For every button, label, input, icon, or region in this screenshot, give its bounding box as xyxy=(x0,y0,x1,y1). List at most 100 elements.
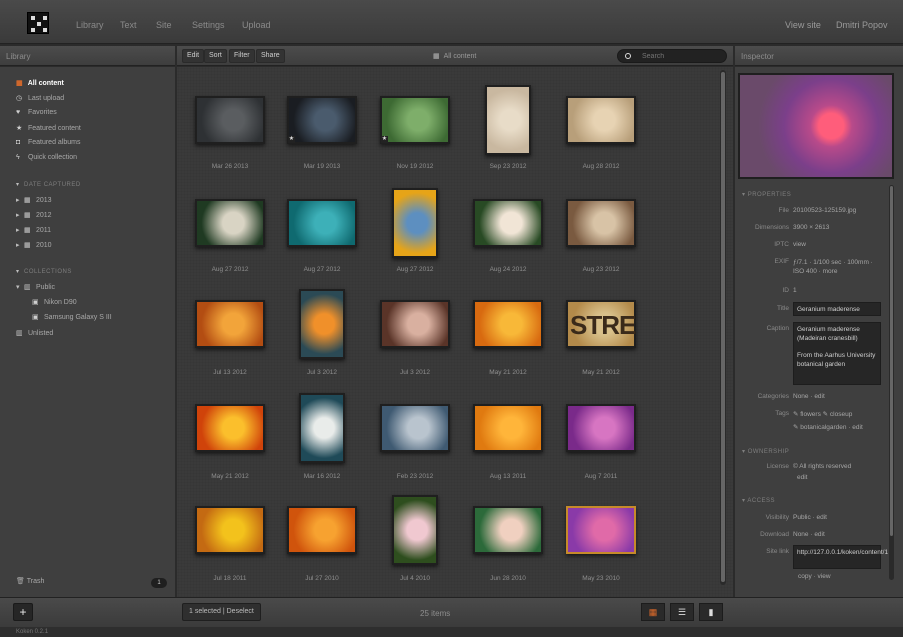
sidebar-item-public[interactable]: ▾ ▥ Public xyxy=(16,283,55,295)
id-value: 1 xyxy=(793,287,797,294)
thumbnail-date: Aug 28 2012 xyxy=(582,163,620,170)
collections-section[interactable]: ▾ COLLECTIONS xyxy=(16,268,72,275)
thumbnail-date: Feb 23 2012 xyxy=(396,473,434,480)
thumbnail[interactable] xyxy=(566,96,636,144)
thumbnail[interactable] xyxy=(299,393,345,463)
thumbnail[interactable] xyxy=(380,96,450,144)
thumbnail[interactable] xyxy=(287,96,357,144)
dimensions-value: 3900 × 2613 xyxy=(793,224,830,231)
thumbnail[interactable] xyxy=(485,85,531,155)
filter-button[interactable]: Filter xyxy=(229,49,255,63)
thumbnail[interactable] xyxy=(566,199,636,247)
sidebar-item-year[interactable]: ▸ ▦ 2010 xyxy=(16,241,52,253)
sidebar-item-all-content[interactable]: ▦ All content xyxy=(16,79,64,91)
star-icon: ★ xyxy=(16,125,23,132)
nav-library[interactable]: Library xyxy=(76,20,104,30)
categories-value[interactable]: None · edit xyxy=(793,393,825,400)
inspector-scrollbar-thumb[interactable] xyxy=(890,186,893,536)
sidebar-item-quick-collection[interactable]: ϟ Quick collection xyxy=(16,154,77,166)
caption-field[interactable]: Geranium maderense (Madeiran cranesbill)… xyxy=(793,322,881,385)
thumbnail[interactable] xyxy=(380,300,450,348)
thumbnail[interactable] xyxy=(299,289,345,359)
nav-site[interactable]: Site xyxy=(156,20,172,30)
thumbnail-date: Aug 13 2011 xyxy=(489,473,527,480)
library-icon: ▦ xyxy=(16,80,23,87)
thumbnail[interactable] xyxy=(473,199,543,247)
koken-logo-icon[interactable] xyxy=(27,12,49,34)
nav-upload[interactable]: Upload xyxy=(242,20,271,30)
grid-view-button[interactable]: ▦ xyxy=(641,603,665,621)
search-input[interactable] xyxy=(617,49,727,63)
sidebar-item-unlisted[interactable]: ▥ Unlisted xyxy=(16,329,53,341)
sidebar-item-featured-content[interactable]: ★ Featured content xyxy=(16,124,81,136)
sidebar-item-trash[interactable]: 🗑 Trash xyxy=(16,577,44,585)
inspector-preview-image[interactable] xyxy=(738,73,894,179)
sidebar-item-year[interactable]: ▸ ▦ 2013 xyxy=(16,196,52,208)
thumbnail[interactable] xyxy=(392,188,438,258)
sidebar-item-nikon-d90[interactable]: ▣ Nikon D90 xyxy=(32,298,77,310)
tags-value-2[interactable]: ✎ botanicalgarden · edit xyxy=(793,423,863,431)
title-field[interactable]: Geranium maderense xyxy=(793,302,881,316)
thumbnail[interactable] xyxy=(380,404,450,452)
sidebar-item-label: 2012 xyxy=(35,212,52,219)
sidebar-item-year[interactable]: ▸ ▦ 2012 xyxy=(16,211,52,223)
list-view-icon: ☰ xyxy=(677,607,687,617)
add-button[interactable]: + xyxy=(13,603,33,621)
thumbnail[interactable] xyxy=(473,300,543,348)
label: License xyxy=(766,463,789,470)
user-menu[interactable]: Dmitri Popov xyxy=(836,20,888,30)
iptc-view-link[interactable]: view xyxy=(793,241,806,248)
site-link-field[interactable]: http://127.0.0.1/koken/content/1 xyxy=(793,545,888,569)
properties-section[interactable]: ▾ PROPERTIES xyxy=(742,191,791,198)
nav-text[interactable]: Text xyxy=(120,20,137,30)
edit-button[interactable]: Edit xyxy=(182,49,205,63)
clock-icon: ◷ xyxy=(16,95,23,102)
sort-button[interactable]: Sort xyxy=(204,49,227,63)
thumbnail[interactable] xyxy=(566,506,636,554)
grid-view-icon: ▦ xyxy=(648,607,658,617)
license-edit-link[interactable]: edit xyxy=(797,474,807,481)
sidebar-item-favorites[interactable]: ♥ Favorites xyxy=(16,109,57,121)
thumbnail[interactable] xyxy=(473,404,543,452)
calendar-icon: ▦ xyxy=(24,242,31,249)
sidebar-item-label: Trash xyxy=(26,578,45,585)
thumbnail[interactable] xyxy=(195,404,265,452)
visibility-value[interactable]: Public · edit xyxy=(793,514,827,521)
label: ID xyxy=(782,287,790,294)
thumbnail[interactable] xyxy=(287,506,357,554)
thumbnail-date: Aug 23 2012 xyxy=(582,266,620,273)
collection-icon: ▥ xyxy=(16,330,23,337)
thumbnail[interactable]: STRE xyxy=(566,300,636,348)
thumbnail[interactable] xyxy=(195,199,265,247)
view-site-link[interactable]: View site xyxy=(785,20,821,30)
site-link-actions[interactable]: copy · view xyxy=(798,573,831,580)
thumbnail[interactable] xyxy=(473,506,543,554)
thumbnail-date: Aug 24 2012 xyxy=(489,266,527,273)
sidebar-item-samsung-galaxy[interactable]: ▣ Samsung Galaxy S III xyxy=(32,313,112,325)
thumbnail[interactable] xyxy=(195,506,265,554)
sidebar-item-year[interactable]: ▸ ▦ 2011 xyxy=(16,226,51,238)
ownership-section[interactable]: ▾ OWNERSHIP xyxy=(742,448,789,455)
thumbnail[interactable] xyxy=(566,404,636,452)
thumbnail-date: Jul 27 2010 xyxy=(305,575,339,582)
thumbnail[interactable] xyxy=(392,495,438,565)
thumbnail-date: May 21 2012 xyxy=(211,473,249,480)
sidebar-item-label: Favorites xyxy=(27,109,57,116)
list-view-button[interactable]: ☰ xyxy=(670,603,694,621)
grid-scrollbar-thumb[interactable] xyxy=(721,72,725,582)
download-value[interactable]: None · edit xyxy=(793,531,825,538)
thumbnail[interactable] xyxy=(195,300,265,348)
share-button[interactable]: Share xyxy=(256,49,285,63)
tags-value[interactable]: ✎ flowers ✎ closeup xyxy=(793,410,852,418)
thumbnail[interactable] xyxy=(287,199,357,247)
section-title: DATE CAPTURED xyxy=(24,182,81,188)
deselect-button[interactable]: 1 selected | Deselect xyxy=(182,603,261,621)
thumbnail-date: Sep 23 2012 xyxy=(489,163,527,170)
access-section[interactable]: ▾ ACCESS xyxy=(742,497,775,504)
sidebar-item-last-upload[interactable]: ◷ Last upload xyxy=(16,94,64,106)
thumbnail[interactable] xyxy=(195,96,265,144)
nav-settings[interactable]: Settings xyxy=(192,20,225,30)
sidebar-item-featured-albums[interactable]: ◘ Featured albums xyxy=(16,139,80,151)
date-captured-section[interactable]: ▾ DATE CAPTURED xyxy=(16,181,81,188)
single-view-button[interactable]: ▮ xyxy=(699,603,723,621)
